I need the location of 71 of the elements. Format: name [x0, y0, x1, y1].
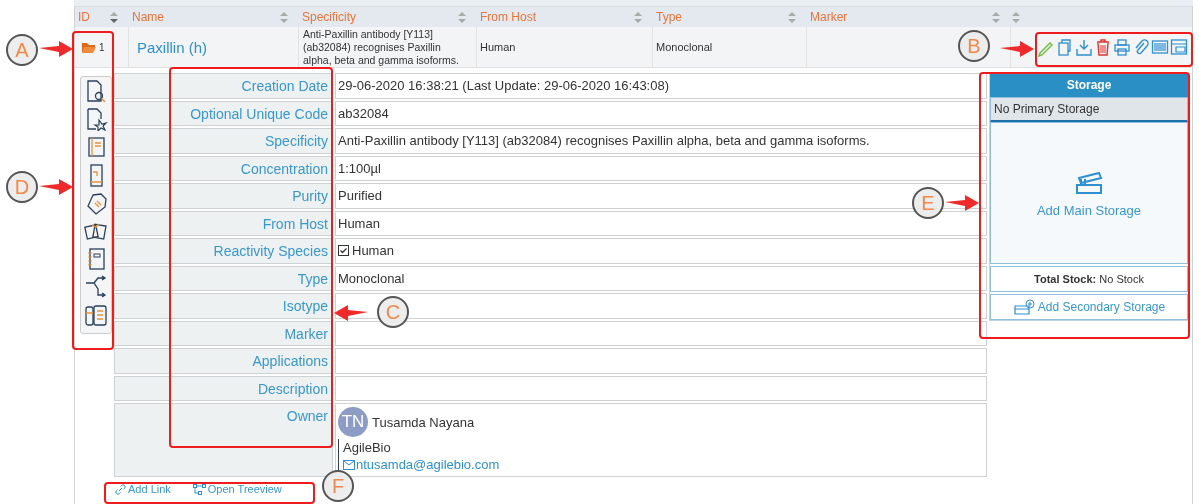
field-value: 29-06-2020 16:38:21 (Last Update: 29-06-2020 16:43:08)	[338, 78, 670, 94]
field-label: Isotype	[114, 293, 333, 319]
footer-link[interactable]: Open Treeview	[192, 483, 282, 495]
total-stock-text: Total Stock: No Stock	[990, 266, 1188, 292]
owner-name: Tusamda Nayana	[372, 414, 475, 430]
field-value: Anti-Paxillin antibody [Y113] (ab32084) recognises Paxillin alpha, beta and gamma isoforms.	[338, 133, 870, 149]
annotation-arrow	[1000, 40, 1034, 58]
download-tray-icon[interactable]	[1075, 37, 1093, 57]
item-name-link[interactable]: Paxillin (h)	[129, 27, 299, 67]
storage-header: Storage	[990, 74, 1188, 97]
tree-diagram-icon	[192, 483, 206, 495]
column-header[interactable]: Specificity	[302, 10, 357, 24]
field-value: Purified	[338, 188, 383, 204]
table-cell: Anti-Paxillin antibody [Y113] (ab32084) recognises Paxillin alpha, beta and gamma isoforms.	[299, 27, 477, 67]
paperclip-icon[interactable]	[1132, 37, 1150, 57]
chain-link-icon	[115, 483, 126, 495]
annotation-arrow	[39, 178, 73, 196]
field-label: Creation Date	[114, 73, 333, 99]
field-label: Purity	[114, 183, 333, 209]
field-label: Applications	[114, 348, 333, 374]
storage-plus-icon	[1012, 299, 1035, 315]
annotation-arrow	[39, 40, 73, 58]
trash-icon[interactable]	[1094, 37, 1112, 57]
table-cell: Monoclonal	[653, 27, 807, 67]
sort-icon[interactable]	[109, 10, 119, 24]
callout-label: D	[6, 171, 38, 203]
field-label: Owner	[114, 403, 333, 477]
copy-icon[interactable]	[1056, 37, 1074, 57]
organization-name: AgileBio	[343, 439, 392, 457]
field-label: From Host	[114, 210, 333, 236]
add-main-storage-button[interactable]: Add Main Storage	[990, 122, 1188, 264]
field-label: Description	[114, 375, 333, 401]
column-header[interactable]: From Host	[480, 10, 536, 24]
field-value: 1:100µl	[338, 160, 381, 176]
field-value: Monoclonal	[338, 270, 405, 286]
folder-icon	[81, 40, 97, 54]
avatar-initials: TN	[338, 407, 368, 437]
column-header[interactable]: Type	[656, 10, 682, 24]
tubes-list-icon[interactable]	[84, 303, 108, 327]
field-label: Specificity	[114, 128, 333, 154]
barcode-icon[interactable]	[1151, 37, 1169, 57]
annotation-arrow	[945, 194, 979, 212]
primary-storage-bar: No Primary Storage	[990, 97, 1188, 122]
field-label: Concentration	[114, 155, 333, 181]
table-cell: Human	[477, 27, 653, 67]
document-search-icon[interactable]	[84, 79, 108, 103]
envelope-icon	[343, 459, 355, 470]
field-label: Optional Unique Code	[114, 100, 333, 126]
callout-label: F	[322, 470, 354, 502]
field-label: Reactivity Species	[114, 238, 333, 264]
annotation-arrow	[334, 304, 368, 322]
field-label: Type	[114, 265, 333, 291]
footer-link[interactable]: Add Link	[115, 483, 171, 495]
field-value: ab32084	[338, 105, 389, 121]
email-link[interactable]: ntusamda@agilebio.com	[356, 457, 500, 472]
callout-label: C	[377, 296, 409, 328]
callout-label: E	[912, 187, 944, 219]
column-header[interactable]: ID	[78, 10, 90, 24]
document-pin-icon[interactable]	[84, 107, 108, 131]
column-header[interactable]: Name	[132, 10, 164, 24]
printer-icon[interactable]	[1113, 37, 1131, 57]
field-value: Human	[338, 215, 380, 231]
row-id: 1	[99, 41, 105, 53]
field-label: Marker	[114, 320, 333, 346]
flow-arrows-icon[interactable]	[84, 275, 108, 299]
storage-box-icon[interactable]	[1170, 37, 1188, 57]
checkbox[interactable]	[338, 245, 349, 257]
column-header[interactable]: Marker	[810, 10, 848, 24]
add-secondary-storage-button[interactable]: Add Secondary Storage	[990, 294, 1188, 320]
checkbox-label: Human	[352, 243, 394, 259]
callout-label: A	[6, 34, 38, 66]
